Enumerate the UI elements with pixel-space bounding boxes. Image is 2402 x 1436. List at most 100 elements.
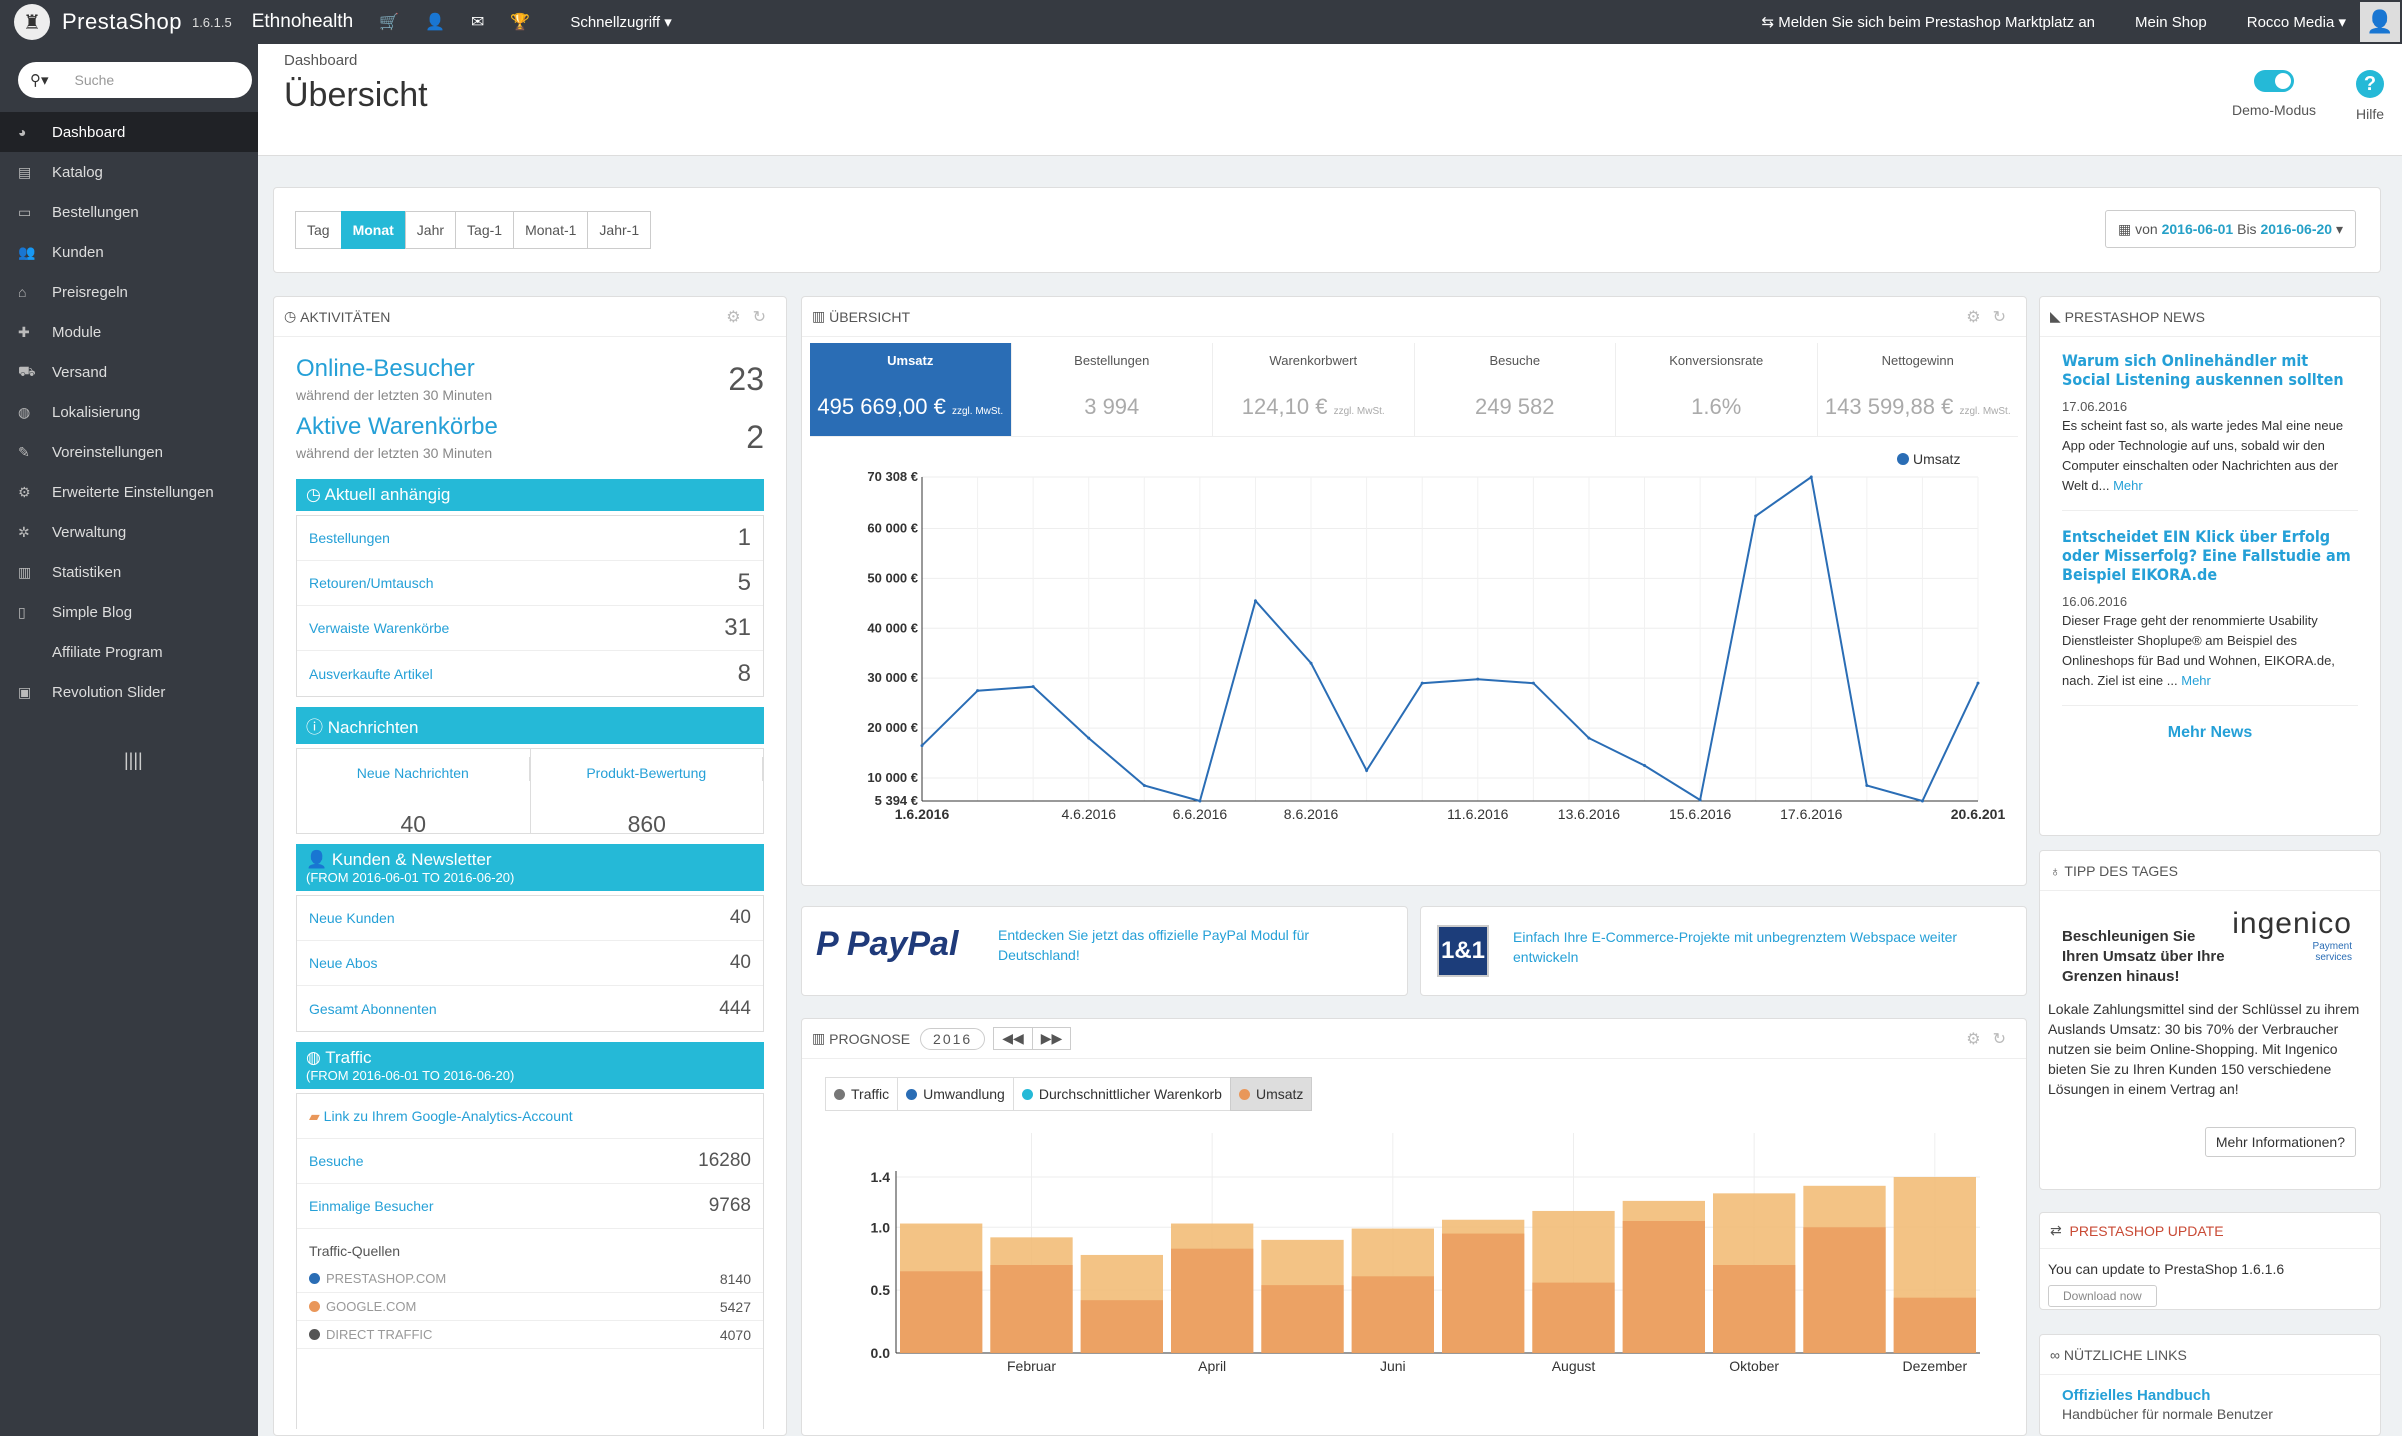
legend-avg-cart[interactable]: Durchschnittlicher Warenkorb (1013, 1077, 1231, 1111)
more-news-link[interactable]: Mehr News (2040, 724, 2380, 742)
news-item-title[interactable]: Warum sich Onlinehändler mit Social List… (2062, 351, 2358, 389)
gear-icon[interactable]: ⚙ (1966, 309, 1992, 326)
search-input[interactable]: Suche (75, 72, 115, 88)
traffic-section[interactable]: ◍ Traffic(FROM 2016-06-01 TO 2016-06-20) (296, 1042, 764, 1089)
sidebar-item-localization[interactable]: ◍Lokalisierung (0, 392, 258, 432)
sidebar-item-dashboard[interactable]: ◕Dashboard (0, 112, 258, 152)
data-point (1699, 798, 1702, 801)
sidebar-item-customers[interactable]: 👥Kunden (0, 232, 258, 272)
update-panel: ⇄ PRESTASHOP UPDATE You can update to Pr… (2039, 1212, 2381, 1310)
panel-tools[interactable]: ⚙↻ (1966, 307, 2018, 327)
abandoned-carts-link[interactable]: Verwaiste Warenkörbe (309, 620, 449, 636)
messages-section[interactable]: ⓘ Nachrichten (296, 707, 764, 744)
period-jahr[interactable]: Jahr (405, 211, 456, 249)
sidebar-item-orders[interactable]: ▭Bestellungen (0, 192, 258, 232)
bar-februar (990, 1265, 1072, 1353)
sidebar-item-administration[interactable]: ✲Verwaltung (0, 512, 258, 552)
sidebar-item-advanced[interactable]: ⚙Erweiterte Einstellungen (0, 472, 258, 512)
period-tag-1[interactable]: Tag-1 (455, 211, 514, 249)
news-more-link[interactable]: Mehr (2181, 673, 2211, 688)
refresh-icon[interactable]: ↻ (1993, 309, 2018, 326)
more-info-button[interactable]: Mehr Informationen? (2205, 1127, 2356, 1157)
refresh-icon[interactable]: ↻ (1993, 1031, 2018, 1048)
logo[interactable]: ♜ PrestaShop 1.6.1.5 (14, 4, 232, 40)
marketplace-link[interactable]: ⇆ Melden Sie sich beim Prestashop Marktp… (1761, 13, 2095, 31)
sidebar-item-catalog[interactable]: ▤Katalog (0, 152, 258, 192)
sidebar-item-stats[interactable]: ▥Statistiken (0, 552, 258, 592)
total-subscribers-link[interactable]: Gesamt Abonnenten (309, 1001, 437, 1017)
kpi-cart-value[interactable]: Warenkorbwert124,10 € zzgl. MwSt. (1213, 343, 1415, 436)
sidebar-item-shipping[interactable]: ⛟Versand (0, 352, 258, 392)
visits-link[interactable]: Besuche (309, 1153, 363, 1169)
kpi-sales[interactable]: Umsatz495 669,00 € zzgl. MwSt. (810, 343, 1012, 436)
pending-orders-link[interactable]: Bestellungen (309, 530, 390, 546)
new-customers-link[interactable]: Neue Kunden (309, 910, 395, 926)
kpi-conversion[interactable]: Konversionsrate1.6% (1616, 343, 1818, 436)
forecast-legend: Traffic Umwandlung Durchschnittlicher Wa… (826, 1077, 1312, 1111)
my-shop-link[interactable]: Mein Shop (2135, 14, 2207, 31)
refresh-icon[interactable]: ↻ (753, 309, 778, 326)
kpi-tabs: Umsatz495 669,00 € zzgl. MwSt. Bestellun… (810, 343, 2018, 437)
new-subscriptions-link[interactable]: Neue Abos (309, 955, 378, 971)
legend-traffic[interactable]: Traffic (825, 1077, 898, 1111)
new-messages-link[interactable]: Neue Nachrichten (297, 757, 530, 781)
breadcrumb[interactable]: Dashboard (284, 52, 357, 69)
kpi-orders[interactable]: Bestellungen3 994 (1012, 343, 1214, 436)
news-more-link[interactable]: Mehr (2113, 478, 2143, 493)
kpi-visits[interactable]: Besuche249 582 (1415, 343, 1617, 436)
customers-section[interactable]: 👤 Kunden & Newsletter(FROM 2016-06-01 TO… (296, 844, 764, 891)
period-monat-1[interactable]: Monat-1 (513, 211, 588, 249)
google-analytics-link[interactable]: ▰ Link zu Ihrem Google-Analytics-Account (309, 1108, 573, 1125)
search-icon[interactable]: ⚲▾ (30, 71, 49, 89)
unique-visitors-link[interactable]: Einmalige Besucher (309, 1198, 434, 1214)
next-year-button[interactable]: ▶▶ (1032, 1027, 1072, 1050)
active-carts-label[interactable]: Aktive Warenkörbe (296, 413, 498, 441)
collapse-menu-icon[interactable]: |||| (124, 750, 258, 771)
y-tick-label: 30 000 € (867, 670, 918, 685)
oneandone-ad[interactable]: 1&1 Einfach Ihre E-Commerce-Projekte mit… (1420, 906, 2027, 996)
period-monat[interactable]: Monat (341, 211, 406, 249)
paypal-text[interactable]: Entdecken Sie jetzt das offizielle PayPa… (998, 925, 1368, 965)
sidebar-item-simple-blog[interactable]: ▯Simple Blog (0, 592, 258, 632)
prev-year-button[interactable]: ◀◀ (993, 1027, 1033, 1050)
sidebar-item-modules[interactable]: ✚Module (0, 312, 258, 352)
download-now-button[interactable]: Download now (2048, 1285, 2157, 1307)
envelope-icon[interactable]: ✉ (471, 12, 484, 32)
shop-name[interactable]: Ethnohealth (252, 11, 353, 33)
demo-mode-toggle[interactable]: Demo-Modus (2232, 70, 2316, 118)
official-manual-link[interactable]: Offizielles Handbuch (2062, 1387, 2380, 1404)
panel-tools[interactable]: ⚙↻ (726, 307, 778, 327)
cart-icon[interactable]: 🛒 (379, 12, 399, 32)
gear-icon[interactable]: ⚙ (726, 309, 752, 326)
search-box[interactable]: ⚲▾ Suche (18, 62, 252, 98)
period-jahr-1[interactable]: Jahr-1 (587, 211, 651, 249)
kpi-net-profit[interactable]: Nettogewinn143 599,88 € zzgl. MwSt. (1818, 343, 2019, 436)
kpi-suffix: zzgl. MwSt. (952, 406, 1003, 417)
sidebar-item-preferences[interactable]: ✎Voreinstellungen (0, 432, 258, 472)
online-visitors-label[interactable]: Online-Besucher (296, 355, 492, 383)
legend-sales[interactable]: Umsatz (1230, 1077, 1312, 1111)
out-of-stock-link[interactable]: Ausverkaufte Artikel (309, 666, 433, 682)
avatar[interactable]: 👤 (2360, 2, 2400, 42)
oneandone-text[interactable]: Einfach Ihre E-Commerce-Projekte mit unb… (1513, 927, 2003, 967)
returns-link[interactable]: Retouren/Umtausch (309, 575, 434, 591)
panel-tools[interactable]: ⚙↻ (1966, 1029, 2018, 1049)
news-item-title[interactable]: Entscheidet EIN Klick über Erfolg oder M… (2062, 527, 2358, 584)
sidebar-item-price-rules[interactable]: ⌂Preisregeln (0, 272, 258, 312)
gear-icon[interactable]: ⚙ (1966, 1031, 1992, 1048)
legend-conversion[interactable]: Umwandlung (897, 1077, 1014, 1111)
sidebar-item-revolution-slider[interactable]: ▣Revolution Slider (0, 672, 258, 712)
pending-section[interactable]: ◷ Aktuell anhängig (296, 479, 764, 511)
sidebar-item-affiliate[interactable]: Affiliate Program (0, 632, 258, 672)
visits-value: 16280 (698, 1150, 751, 1172)
user-icon[interactable]: 👤 (425, 12, 445, 32)
forecast-panel: ▥ PROGNOSE 2016 ◀◀ ▶▶ ⚙↻ Traffic Umwandl… (801, 1018, 2027, 1436)
period-tag[interactable]: Tag (295, 211, 342, 249)
date-range-picker[interactable]: ▦ von 2016-06-01 Bis 2016-06-20 ▾ (2105, 210, 2356, 248)
user-menu[interactable]: Rocco Media ▾ (2247, 13, 2346, 31)
help-button[interactable]: ?Hilfe (2356, 70, 2384, 122)
product-reviews-link[interactable]: Produkt-Bewertung (531, 757, 764, 781)
trophy-icon[interactable]: 🏆 (510, 12, 530, 32)
paypal-ad[interactable]: P PayPal Entdecken Sie jetzt das offizie… (801, 906, 1408, 996)
quick-access-dropdown[interactable]: Schnellzugriff ▾ (570, 13, 671, 31)
